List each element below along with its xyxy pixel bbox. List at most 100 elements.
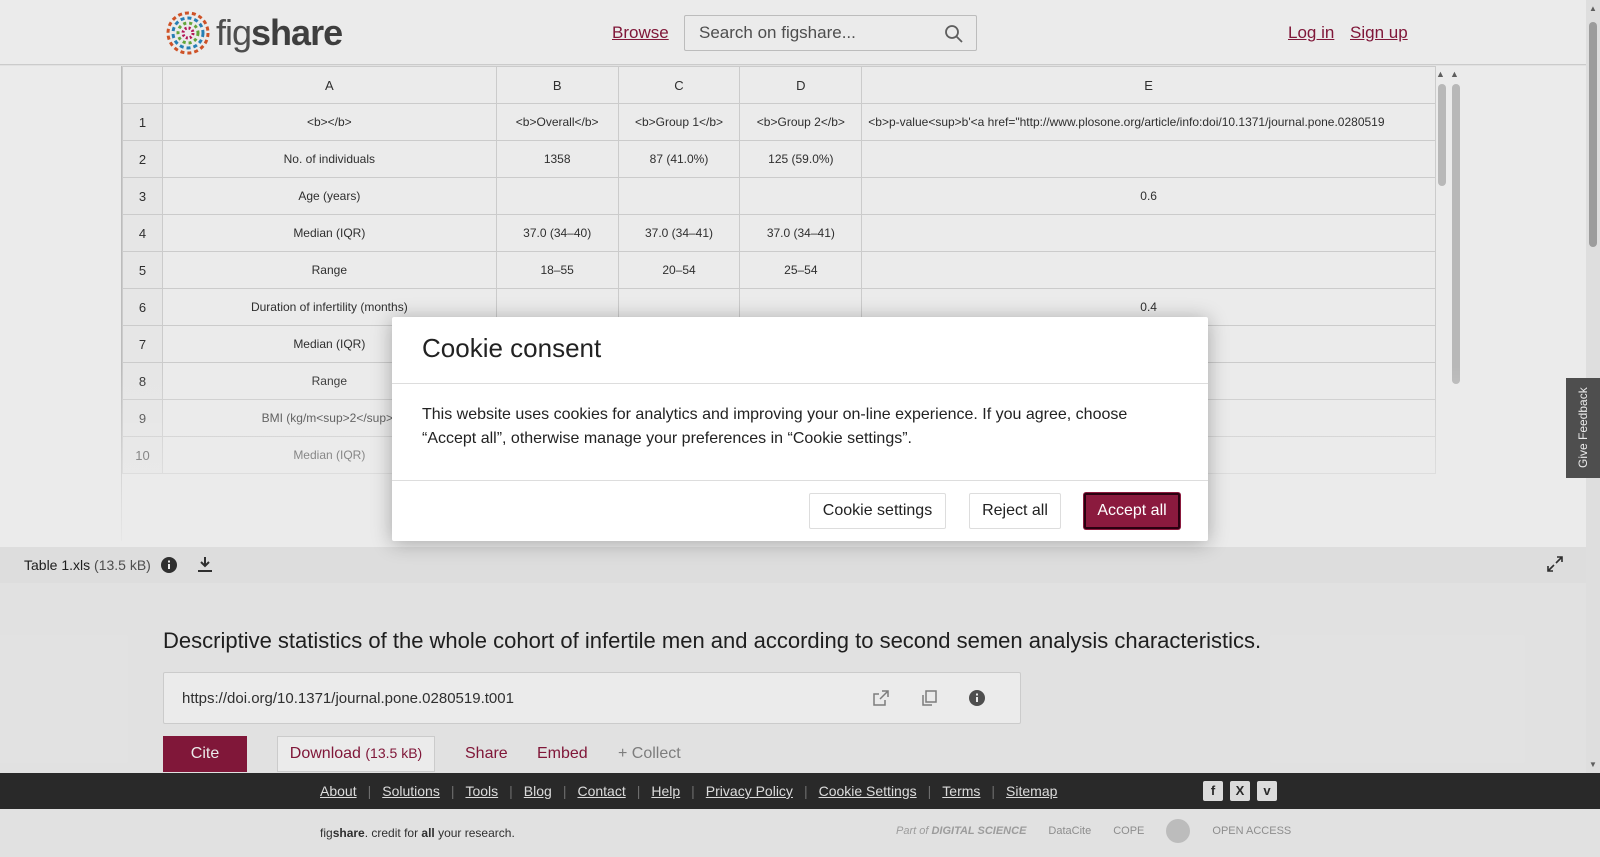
login-link[interactable]: Log in [1288, 23, 1334, 43]
table-cell[interactable]: 37.0 (34–41) [617, 214, 741, 252]
table-cell[interactable] [739, 177, 863, 215]
table-cell[interactable] [495, 177, 619, 215]
column-header[interactable]: E [861, 66, 1436, 104]
column-header-row: A B C D E [122, 66, 1436, 104]
footer-link[interactable]: Cookie Settings [819, 783, 917, 799]
table-cell[interactable]: 0.6 [861, 177, 1436, 215]
x-twitter-icon[interactable]: X [1230, 781, 1250, 801]
cope-logo[interactable]: COPE [1113, 825, 1144, 837]
footer-separator: | [367, 783, 372, 799]
cookie-dialog-title: Cookie consent [422, 333, 602, 363]
datacite-logo[interactable]: DataCite [1048, 825, 1091, 837]
table-cell[interactable]: Median (IQR) [161, 214, 497, 252]
logo-wordmark: figshare [216, 12, 343, 53]
page-scrollbar-thumb[interactable] [1589, 22, 1597, 247]
vimeo-icon[interactable]: v [1257, 781, 1277, 801]
download-button[interactable]: Download (13.5 kB) [277, 736, 435, 772]
row-number[interactable]: 7 [122, 325, 163, 363]
scrollbar-thumb[interactable] [1452, 84, 1460, 384]
scroll-down-arrow-icon[interactable]: ▼ [1589, 760, 1597, 769]
table-cell[interactable]: <b>Group 1</b> [617, 103, 741, 141]
row-number[interactable]: 4 [122, 214, 163, 252]
row-number[interactable]: 6 [122, 288, 163, 326]
footer-link[interactable]: Privacy Policy [706, 783, 793, 799]
cite-button[interactable]: Cite [163, 736, 247, 772]
partner-logos: Part of DIGITAL SCIENCE DataCite COPE OP… [896, 819, 1291, 843]
scrollbar-thumb[interactable] [1438, 84, 1446, 186]
column-header[interactable]: B [495, 66, 619, 104]
accept-all-button[interactable]: Accept all [1084, 493, 1180, 529]
row-number[interactable]: 1 [122, 103, 163, 141]
file-bar: Table 1.xls (13.5 kB) [0, 547, 1586, 583]
footer-link[interactable]: Blog [524, 783, 552, 799]
table-cell[interactable] [861, 251, 1436, 289]
table-cell[interactable]: No. of individuals [161, 140, 497, 178]
footer-link[interactable]: Solutions [382, 783, 440, 799]
copy-icon[interactable] [920, 689, 938, 707]
table-cell[interactable]: 25–54 [739, 251, 863, 289]
external-link-icon[interactable] [872, 689, 890, 707]
row-number[interactable]: 5 [122, 251, 163, 289]
site-footer: About | Solutions | Tools | Blog | Contact | Help |… [0, 773, 1600, 809]
table-cell[interactable]: 125 (59.0%) [739, 140, 863, 178]
globe-icon[interactable] [1166, 819, 1191, 843]
cookie-settings-button[interactable]: Cookie settings [809, 493, 946, 529]
site-header: figshare Browse Log in Sign up [0, 0, 1586, 65]
download-icon[interactable] [196, 555, 214, 573]
search-icon[interactable] [944, 24, 964, 44]
search-box[interactable] [684, 15, 977, 51]
doi-link[interactable]: https://doi.org/10.1371/journal.pone.028… [182, 690, 514, 707]
column-header[interactable]: A [161, 66, 497, 104]
table-cell[interactable]: 87 (41.0%) [617, 140, 741, 178]
open-access-logo[interactable]: OPEN ACCESS [1212, 825, 1291, 837]
table-cell[interactable]: 1358 [495, 140, 619, 178]
table-cell[interactable]: <b></b> [161, 103, 497, 141]
footer-separator: | [803, 783, 808, 799]
row-number[interactable]: 3 [122, 177, 163, 215]
column-header[interactable]: C [617, 66, 741, 104]
footer-link[interactable]: Help [651, 783, 680, 799]
table-cell[interactable] [861, 214, 1436, 252]
collect-button[interactable]: + Collect [618, 745, 681, 763]
facebook-icon[interactable]: f [1203, 781, 1223, 801]
scroll-up-arrow-icon[interactable]: ▲ [1450, 69, 1459, 79]
info-icon[interactable] [160, 556, 178, 574]
fullscreen-icon[interactable] [1547, 556, 1563, 572]
table-cell[interactable]: Range [161, 251, 497, 289]
table-cell[interactable]: <b>p-value<sup>b'<a href="http://www.plo… [861, 103, 1436, 141]
browse-link[interactable]: Browse [612, 23, 669, 43]
table-cell[interactable] [861, 140, 1436, 178]
table-row: 1 <b></b> <b>Overall</b> <b>Group 1</b> <b>G… [122, 103, 1436, 141]
info-icon[interactable] [968, 689, 986, 707]
scroll-up-arrow-icon[interactable]: ▲ [1589, 4, 1597, 13]
table-cell[interactable]: 20–54 [617, 251, 741, 289]
row-number[interactable]: 2 [122, 140, 163, 178]
table-cell[interactable]: 37.0 (34–40) [495, 214, 619, 252]
table-cell[interactable]: 18–55 [495, 251, 619, 289]
share-button[interactable]: Share [465, 745, 508, 763]
digital-science-logo[interactable]: Part of DIGITAL SCIENCE [896, 825, 1026, 837]
figshare-logo[interactable]: figshare [163, 8, 343, 58]
divider [392, 480, 1208, 481]
footer-link[interactable]: Tools [465, 783, 498, 799]
embed-button[interactable]: Embed [537, 745, 588, 763]
table-cell[interactable]: 37.0 (34–41) [739, 214, 863, 252]
footer-link[interactable]: Terms [942, 783, 980, 799]
item-details: Descriptive statistics of the whole coho… [0, 583, 1586, 773]
reject-all-button[interactable]: Reject all [969, 493, 1061, 529]
footer-separator: | [991, 783, 996, 799]
table-cell[interactable]: Age (years) [161, 177, 497, 215]
signup-link[interactable]: Sign up [1350, 23, 1408, 43]
table-cell[interactable]: <b>Group 2</b> [739, 103, 863, 141]
search-input[interactable] [699, 23, 939, 43]
give-feedback-tab[interactable]: Give Feedback [1566, 378, 1600, 478]
divider [392, 383, 1208, 384]
column-header[interactable]: D [739, 66, 863, 104]
scroll-up-arrow-icon[interactable]: ▲ [1436, 69, 1445, 79]
footer-link[interactable]: Sitemap [1006, 783, 1057, 799]
footer-link[interactable]: About [320, 783, 357, 799]
footer-link[interactable]: Contact [577, 783, 625, 799]
table-cell[interactable] [617, 177, 741, 215]
table-row: 5 Range 18–55 20–54 25–54 [122, 251, 1436, 289]
table-cell[interactable]: <b>Overall</b> [495, 103, 619, 141]
